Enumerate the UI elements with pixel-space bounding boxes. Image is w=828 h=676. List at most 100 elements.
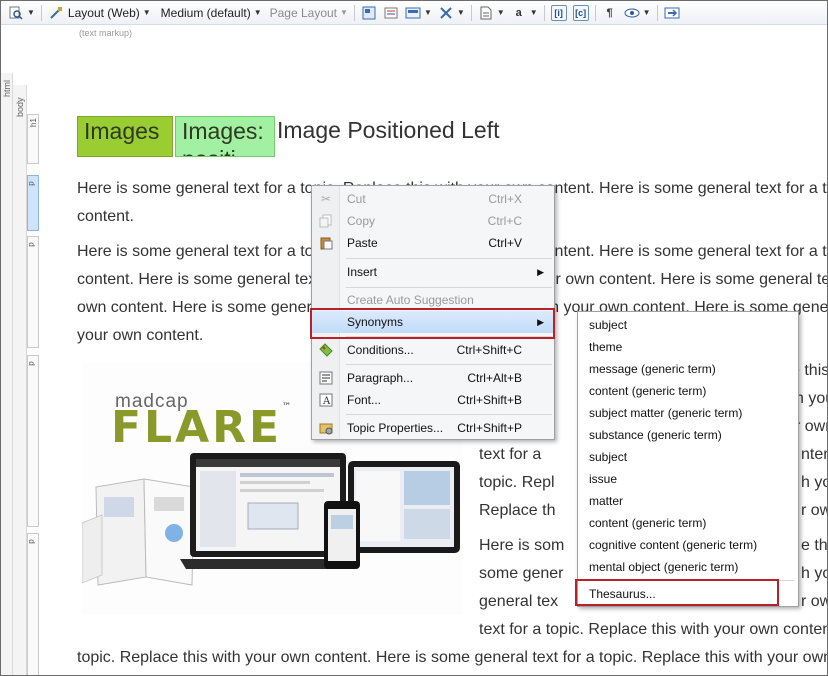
menu-item-label: Font... [347, 393, 382, 407]
text-markup-label: (text markup) [79, 28, 133, 38]
view-dropdown[interactable]: ▼ [621, 2, 654, 24]
menu-item-shortcut: Ctrl+C [487, 214, 522, 228]
p-tag-bar[interactable]: p [27, 236, 39, 348]
h1-tag-bar[interactable]: h1 [27, 114, 39, 164]
paragraph-fragment: e this [801, 537, 828, 554]
p-tag-bar[interactable]: p [27, 355, 39, 527]
toolbar-divider [656, 4, 658, 21]
body-structure-bar[interactable] [13, 85, 27, 675]
insert-code-button[interactable]: [i] [548, 2, 570, 24]
paragraph-icon [312, 371, 340, 385]
paragraph-fragment: h yo [801, 474, 827, 491]
menu-item-label: Cut [347, 192, 366, 206]
preview-button[interactable] [661, 2, 683, 24]
chevron-down-icon: ▼ [253, 8, 262, 17]
show-tags-button[interactable] [358, 2, 380, 24]
heading-h1[interactable]: Images Images: positi Image Positioned L… [77, 116, 499, 157]
menu-item-label: Topic Properties... [347, 421, 444, 435]
thesaurus-highlight-outline [575, 579, 779, 606]
menu-item-topic-properties[interactable]: Topic Properties... Ctrl+Shift+P [312, 417, 554, 439]
paragraph-fragment: r own [801, 502, 827, 519]
toolbar: ▼ Layout (Web) ▼ Medium (default) ▼ Page… [1, 1, 827, 25]
page-layout-label: Page Layout [269, 5, 338, 20]
chevron-down-icon: ▼ [456, 8, 465, 17]
show-pilcrow-button[interactable]: ¶ [599, 2, 621, 24]
synonym-item[interactable]: content (generic term) [589, 380, 706, 402]
paragraph-fragment: topic. Repl [479, 474, 555, 491]
synonym-item[interactable]: issue [589, 468, 617, 490]
menu-item-shortcut: Ctrl+Shift+C [456, 343, 522, 357]
scissors-icon: ✂ [320, 192, 332, 206]
paragraph-fragment: r own [801, 593, 827, 610]
tags-icon [361, 5, 377, 21]
menu-item-shortcut: Ctrl+Alt+B [467, 371, 522, 385]
synonym-item[interactable]: mental object (generic term) [589, 556, 738, 578]
menu-item-font[interactable]: A Font... Ctrl+Shift+B [312, 389, 554, 411]
p-tag-label: p [26, 242, 36, 247]
menu-item-paragraph[interactable]: Paragraph... Ctrl+Alt+B [312, 367, 554, 389]
synonyms-submenu: subject theme message (generic term) con… [577, 311, 799, 607]
editor-window: ▼ Layout (Web) ▼ Medium (default) ▼ Page… [0, 0, 828, 676]
heading-text: Image Positioned Left [277, 117, 500, 143]
window-arrow-icon [664, 5, 680, 21]
insert-condition-button[interactable]: [c] [570, 2, 592, 24]
cross-grid-icon [438, 5, 454, 21]
synonym-item[interactable]: cognitive content (generic term) [589, 534, 757, 556]
toolbar-divider [543, 4, 545, 21]
menu-item-label: Copy [347, 214, 376, 228]
toolbar-divider [594, 4, 596, 21]
text-dropdown[interactable]: a ▼ [508, 2, 541, 24]
paragraph-fragment: h you [795, 390, 827, 407]
menu-item-insert[interactable]: Insert ▶ [312, 261, 554, 283]
toolbar-divider [353, 4, 355, 21]
synonym-item[interactable]: subject matter (generic term) [589, 402, 742, 424]
menu-item-label: Paragraph... [347, 371, 414, 385]
synonym-item[interactable]: theme [589, 336, 622, 358]
synonym-item[interactable]: content (generic term) [589, 512, 706, 534]
synonym-item[interactable]: substance (generic term) [589, 424, 722, 446]
preview-dropdown[interactable]: ▼ [5, 2, 38, 24]
frame-icon [405, 5, 421, 21]
frame-dropdown[interactable]: ▼ [402, 2, 435, 24]
magnifier-page-icon [8, 5, 24, 21]
paragraph-fragment: some gener [479, 565, 564, 582]
eye-icon [624, 5, 640, 21]
page-dropdown[interactable]: ▼ [475, 2, 508, 24]
chevron-down-icon: ▼ [529, 8, 538, 17]
heading-images-positioned-block[interactable]: Images: positi [175, 116, 275, 157]
chevron-down-icon: ▼ [642, 8, 651, 17]
medium-dropdown[interactable]: Medium (default) ▼ [158, 2, 265, 24]
menu-item-label: Paste [347, 236, 378, 250]
synonym-item[interactable]: matter [589, 490, 623, 512]
font-icon: A [312, 393, 340, 407]
text-a-icon: a [515, 6, 522, 19]
cross-dropdown[interactable]: ▼ [435, 2, 468, 24]
menu-item-copy[interactable]: Copy Ctrl+C [312, 210, 554, 232]
copy-icon [312, 214, 340, 228]
condition-icon: [c] [572, 4, 589, 21]
heading-images-block[interactable]: Images [77, 116, 173, 157]
menu-item-label: Insert [347, 265, 378, 279]
html-tag-label: html [2, 79, 12, 97]
menu-item-paste[interactable]: Paste Ctrl+V [312, 232, 554, 254]
conditions-tag-icon [312, 343, 340, 357]
html-structure-bar[interactable] [1, 73, 13, 675]
markers-icon [383, 5, 399, 21]
menu-divider [346, 414, 552, 415]
body-tag-label: body [15, 97, 25, 117]
page-layout-dropdown[interactable]: Page Layout ▼ [267, 2, 351, 24]
show-markers-button[interactable] [380, 2, 402, 24]
p-tag-bar-active[interactable]: p [27, 175, 39, 231]
pilcrow-icon: ¶ [606, 6, 613, 19]
synonym-item[interactable]: subject [589, 314, 627, 336]
paragraph-fragment: r own [795, 418, 827, 435]
menu-item-cut[interactable]: ✂ Cut Ctrl+X [312, 188, 554, 210]
layout-dropdown[interactable]: Layout (Web) ▼ [45, 2, 154, 24]
menu-item-conditions[interactable]: Conditions... Ctrl+Shift+C [312, 339, 554, 361]
synonym-item[interactable]: message (generic term) [589, 358, 716, 380]
h1-tag-label: h1 [28, 118, 38, 127]
paragraph-fragment: nten [801, 446, 827, 463]
synonym-item[interactable]: subject [589, 446, 627, 468]
p-tag-bar[interactable]: p [27, 533, 39, 675]
svg-text:A: A [322, 396, 331, 407]
